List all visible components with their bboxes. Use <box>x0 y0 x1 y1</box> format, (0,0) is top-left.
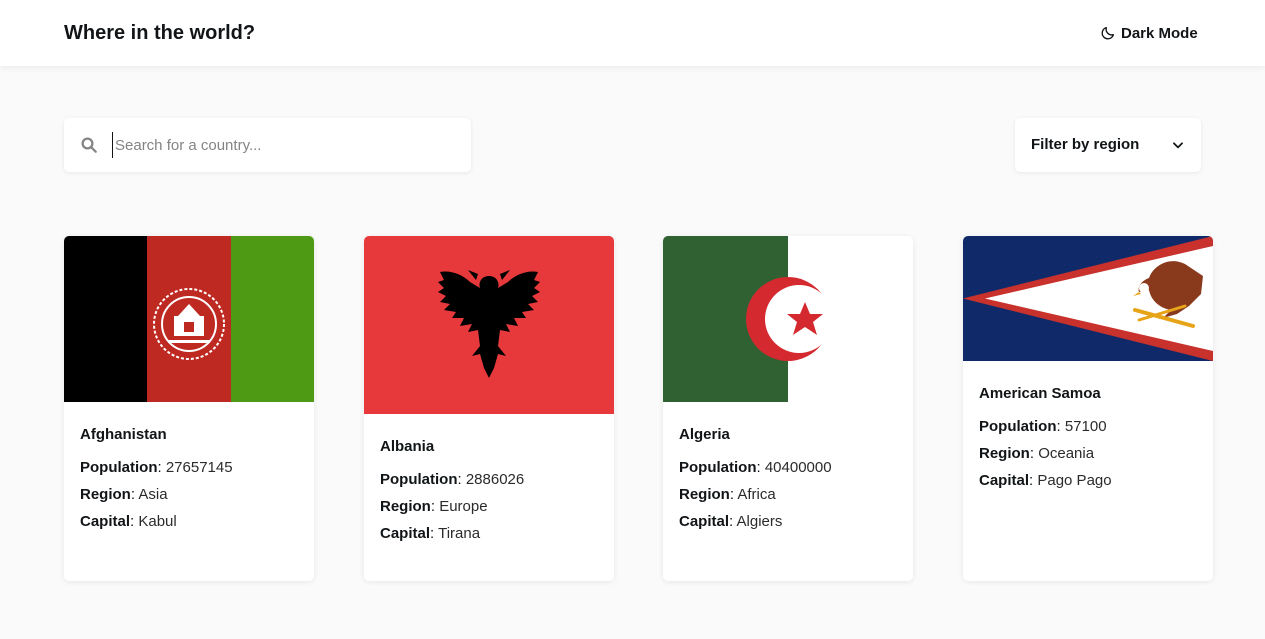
population-value: 27657145 <box>165 459 233 476</box>
moon-icon <box>1101 27 1114 40</box>
region-row: Region: Europe <box>380 498 488 515</box>
country-name: American Samoa <box>979 385 1101 402</box>
population-label: Population <box>979 418 1057 435</box>
capital-row: Capital: Algiers <box>679 513 783 530</box>
region-value: Europe <box>439 498 488 515</box>
country-info: Albania Population: 2886026 Region: Euro… <box>380 438 524 551</box>
app-title: Where in the world? <box>64 22 256 44</box>
population-row: Population: 27657145 <box>80 459 233 476</box>
region-value: Asia <box>138 486 168 503</box>
region-filter-label: Filter by region <box>1031 136 1140 153</box>
capital-value: Tirana <box>438 525 481 542</box>
country-card[interactable]: Afghanistan Population: 27657145 Region:… <box>64 236 314 581</box>
population-value: 2886026 <box>465 471 525 488</box>
region-value: Oceania <box>1038 445 1095 462</box>
population-label: Population <box>80 459 158 476</box>
capital-label: Capital <box>80 513 131 530</box>
population-value: 57100 <box>1064 418 1107 435</box>
chevron-down-icon <box>1173 142 1183 149</box>
country-info: Afghanistan Population: 27657145 Region:… <box>80 426 233 539</box>
country-info: Algeria Population: 40400000 Region: Afr… <box>679 426 832 539</box>
dark-mode-label: Dark Mode <box>1121 24 1198 42</box>
search-icon <box>81 137 97 153</box>
region-row: Region: Asia <box>80 486 168 503</box>
population-row: Population: 57100 <box>979 418 1107 435</box>
region-filter-dropdown[interactable]: Filter by region <box>1015 118 1201 172</box>
capital-label: Capital <box>679 513 730 530</box>
algeria-flag-icon <box>663 236 913 402</box>
country-name: Afghanistan <box>80 426 167 443</box>
population-row: Population: 2886026 <box>380 471 525 488</box>
capital-label: Capital <box>979 472 1030 489</box>
region-label: Region <box>979 445 1030 462</box>
capital-label: Capital <box>380 525 431 542</box>
capital-value: Kabul <box>138 513 177 530</box>
capital-row: Capital: Pago Pago <box>979 472 1112 489</box>
region-row: Region: Africa <box>679 486 776 503</box>
search-box[interactable] <box>64 118 471 172</box>
capital-row: Capital: Tirana <box>380 525 481 542</box>
population-value: 40400000 <box>764 459 832 476</box>
country-name: Albania <box>380 438 435 455</box>
region-label: Region <box>380 498 431 515</box>
population-row: Population: 40400000 <box>679 459 832 476</box>
albania-flag-icon <box>364 236 614 414</box>
region-label: Region <box>80 486 131 503</box>
region-label: Region <box>679 486 730 503</box>
capital-row: Capital: Kabul <box>80 513 177 530</box>
afghanistan-flag-icon <box>64 236 314 402</box>
country-card[interactable]: American Samoa Population: 57100 Region:… <box>963 236 1213 581</box>
population-label: Population <box>380 471 458 488</box>
country-card[interactable]: Albania Population: 2886026 Region: Euro… <box>364 236 614 581</box>
country-card[interactable]: Algeria Population: 40400000 Region: Afr… <box>663 236 913 581</box>
population-label: Population <box>679 459 757 476</box>
capital-value: Algiers <box>736 513 783 530</box>
region-row: Region: Oceania <box>979 445 1095 462</box>
american-samoa-flag-icon <box>963 236 1213 361</box>
capital-value: Pago Pago <box>1037 472 1112 489</box>
dark-mode-toggle[interactable]: Dark Mode <box>1100 22 1198 44</box>
region-value: Africa <box>737 486 776 503</box>
search-input[interactable] <box>112 132 452 158</box>
country-info: American Samoa Population: 57100 Region:… <box>979 385 1112 498</box>
top-bar: Where in the world? Dark Mode <box>0 0 1265 66</box>
country-name: Algeria <box>679 426 730 443</box>
